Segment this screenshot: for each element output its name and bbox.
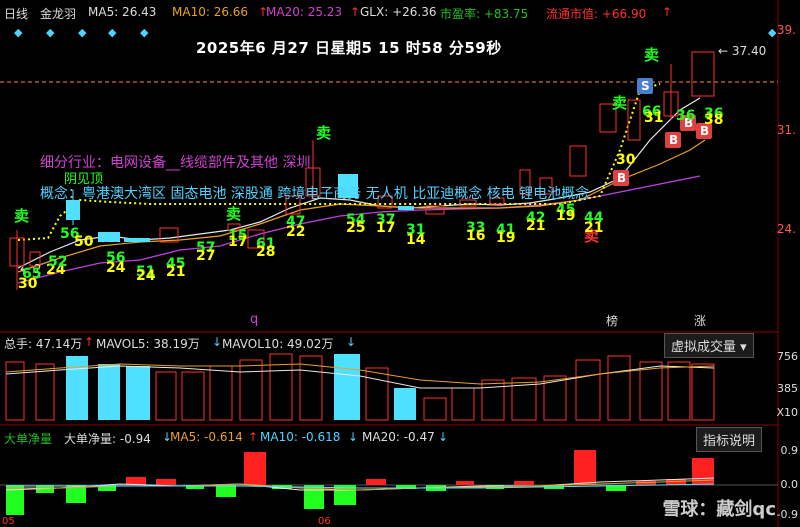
diamond-icon[interactable]: ◆ bbox=[14, 26, 22, 39]
num-mark: 19 bbox=[496, 230, 516, 246]
total-volume: 总手: 47.14万 bbox=[4, 337, 83, 351]
net-value: 大单净量: -0.94 bbox=[64, 432, 151, 446]
left-tag: 阴见顶 bbox=[64, 172, 104, 187]
sell-mark: 卖 bbox=[226, 205, 242, 223]
sell-mark: 卖 bbox=[612, 94, 628, 112]
concept-label: 概念：粤港澳大湾区 固态电池 深股通 跨境电子商务 无人机 比亚迪概念 核电 锂… bbox=[40, 186, 590, 202]
diamond-icon[interactable]: ◆ bbox=[78, 26, 86, 39]
q-mark: q bbox=[250, 312, 259, 327]
diamond-icon[interactable]: ◆ bbox=[768, 26, 776, 39]
net-axis-low: -0.9 bbox=[776, 508, 798, 521]
price-axis-low: 24. bbox=[776, 222, 796, 236]
num-mark: 22 bbox=[286, 224, 306, 240]
virtual-volume-button[interactable]: 虚拟成交量 ▾ bbox=[664, 333, 754, 358]
num-mark: 17 bbox=[376, 220, 396, 236]
net-ma5-arrow: ↑ bbox=[248, 430, 259, 444]
diamond-icon[interactable]: ◆ bbox=[108, 26, 116, 39]
num-mark: 65 bbox=[22, 266, 42, 282]
price-axis-mid: 31. bbox=[776, 123, 796, 137]
num-mark: 31 bbox=[644, 110, 664, 126]
num-mark: 50 bbox=[74, 234, 94, 250]
num-mark: 28 bbox=[256, 244, 276, 260]
time-overlay: 2025年6 月27 日星期5 15 时58 分59秒 bbox=[196, 39, 502, 57]
num-mark: 24 bbox=[106, 260, 126, 276]
stock-name: 金龙羽 bbox=[40, 7, 77, 21]
watermark: 雪球：藏剑qc bbox=[662, 499, 776, 520]
num-mark: 38 bbox=[704, 112, 724, 128]
num-mark: 25 bbox=[346, 220, 366, 236]
net-order-bars bbox=[0, 450, 778, 515]
volume-bars bbox=[5, 353, 715, 421]
date-mark: 06 bbox=[318, 516, 331, 527]
sell-mark: 卖 bbox=[644, 46, 660, 64]
indicator-header: 日线 金龙羽 MA5: 26.43 MA10: 26.66 ↑ MA20: 25… bbox=[0, 0, 800, 24]
period-label[interactable]: 日线 bbox=[4, 5, 28, 22]
vol-axis-unit: X10 bbox=[776, 406, 798, 419]
net-ma20-arrow: ↓ bbox=[438, 430, 449, 444]
num-mark: 17 bbox=[228, 234, 248, 250]
sell-mark: 卖 bbox=[14, 207, 30, 225]
mavol10: MAVOL10: 49.02万 bbox=[222, 337, 334, 351]
net-ma10: MA10: -0.618 bbox=[260, 430, 341, 444]
num-mark: 21 bbox=[526, 218, 546, 234]
vol-axis-mid: 385 bbox=[777, 382, 798, 395]
num-mark: 27 bbox=[196, 248, 216, 264]
num-mark: 24 bbox=[136, 268, 156, 284]
mavol5-arrow: ↓ bbox=[212, 335, 223, 349]
vol-axis-top: 756 bbox=[777, 350, 798, 363]
ma20-arrow: ↑ bbox=[350, 5, 361, 19]
net-ma5: MA5: -0.614 bbox=[170, 430, 243, 444]
s-badge: S bbox=[641, 79, 650, 93]
price-axis-top: 39. bbox=[776, 23, 796, 37]
date-mark: 05 bbox=[2, 516, 15, 527]
last-high-label: ← 37.40 bbox=[718, 44, 767, 58]
mavol5: MAVOL5: 38.19万 bbox=[96, 337, 200, 351]
sell-mark: 卖 bbox=[316, 124, 332, 142]
net-ma10-arrow: ↓ bbox=[348, 430, 359, 444]
net-axis-mid: 0.0 bbox=[780, 478, 799, 491]
total-arrow: ↑ bbox=[84, 335, 95, 349]
net-title: 大单净量 bbox=[4, 432, 53, 446]
float-cap-value: 流通市值: +66.90 bbox=[546, 7, 647, 21]
b-badge: B bbox=[669, 133, 679, 147]
num-mark: 52 bbox=[48, 254, 68, 270]
b-badge: B bbox=[617, 171, 627, 185]
net-axis-top: 0.9 bbox=[780, 444, 799, 457]
mavol10-arrow: ↓ bbox=[346, 335, 357, 349]
num-mark: 36 bbox=[676, 108, 696, 124]
float-cap-arrow: ↑ bbox=[662, 5, 673, 19]
num-mark: 21 bbox=[166, 264, 186, 280]
num-mark: 16 bbox=[466, 228, 486, 244]
net-ma20: MA20: -0.47 bbox=[362, 430, 435, 444]
num-mark: 14 bbox=[406, 232, 426, 248]
indicator-help-button[interactable]: 指标说明 bbox=[696, 427, 763, 452]
ma10-value: MA10: 26.66 bbox=[172, 5, 249, 19]
num-mark: 19 bbox=[556, 208, 576, 224]
bang-mark: 榜 bbox=[606, 314, 619, 328]
num-mark: 21 bbox=[584, 220, 604, 236]
glx-value: GLX: +26.36 bbox=[360, 5, 437, 19]
ma20-value: MA20: 25.23 bbox=[266, 5, 343, 19]
diamond-icon[interactable]: ◆ bbox=[140, 26, 148, 39]
ma5-value: MA5: 26.43 bbox=[88, 5, 157, 19]
zhang-mark: 涨 bbox=[694, 314, 707, 328]
diamond-icon[interactable]: ◆ bbox=[46, 26, 54, 39]
pe-value: 市盈率: +83.75 bbox=[440, 7, 529, 21]
num-mark: 30 bbox=[616, 152, 636, 168]
